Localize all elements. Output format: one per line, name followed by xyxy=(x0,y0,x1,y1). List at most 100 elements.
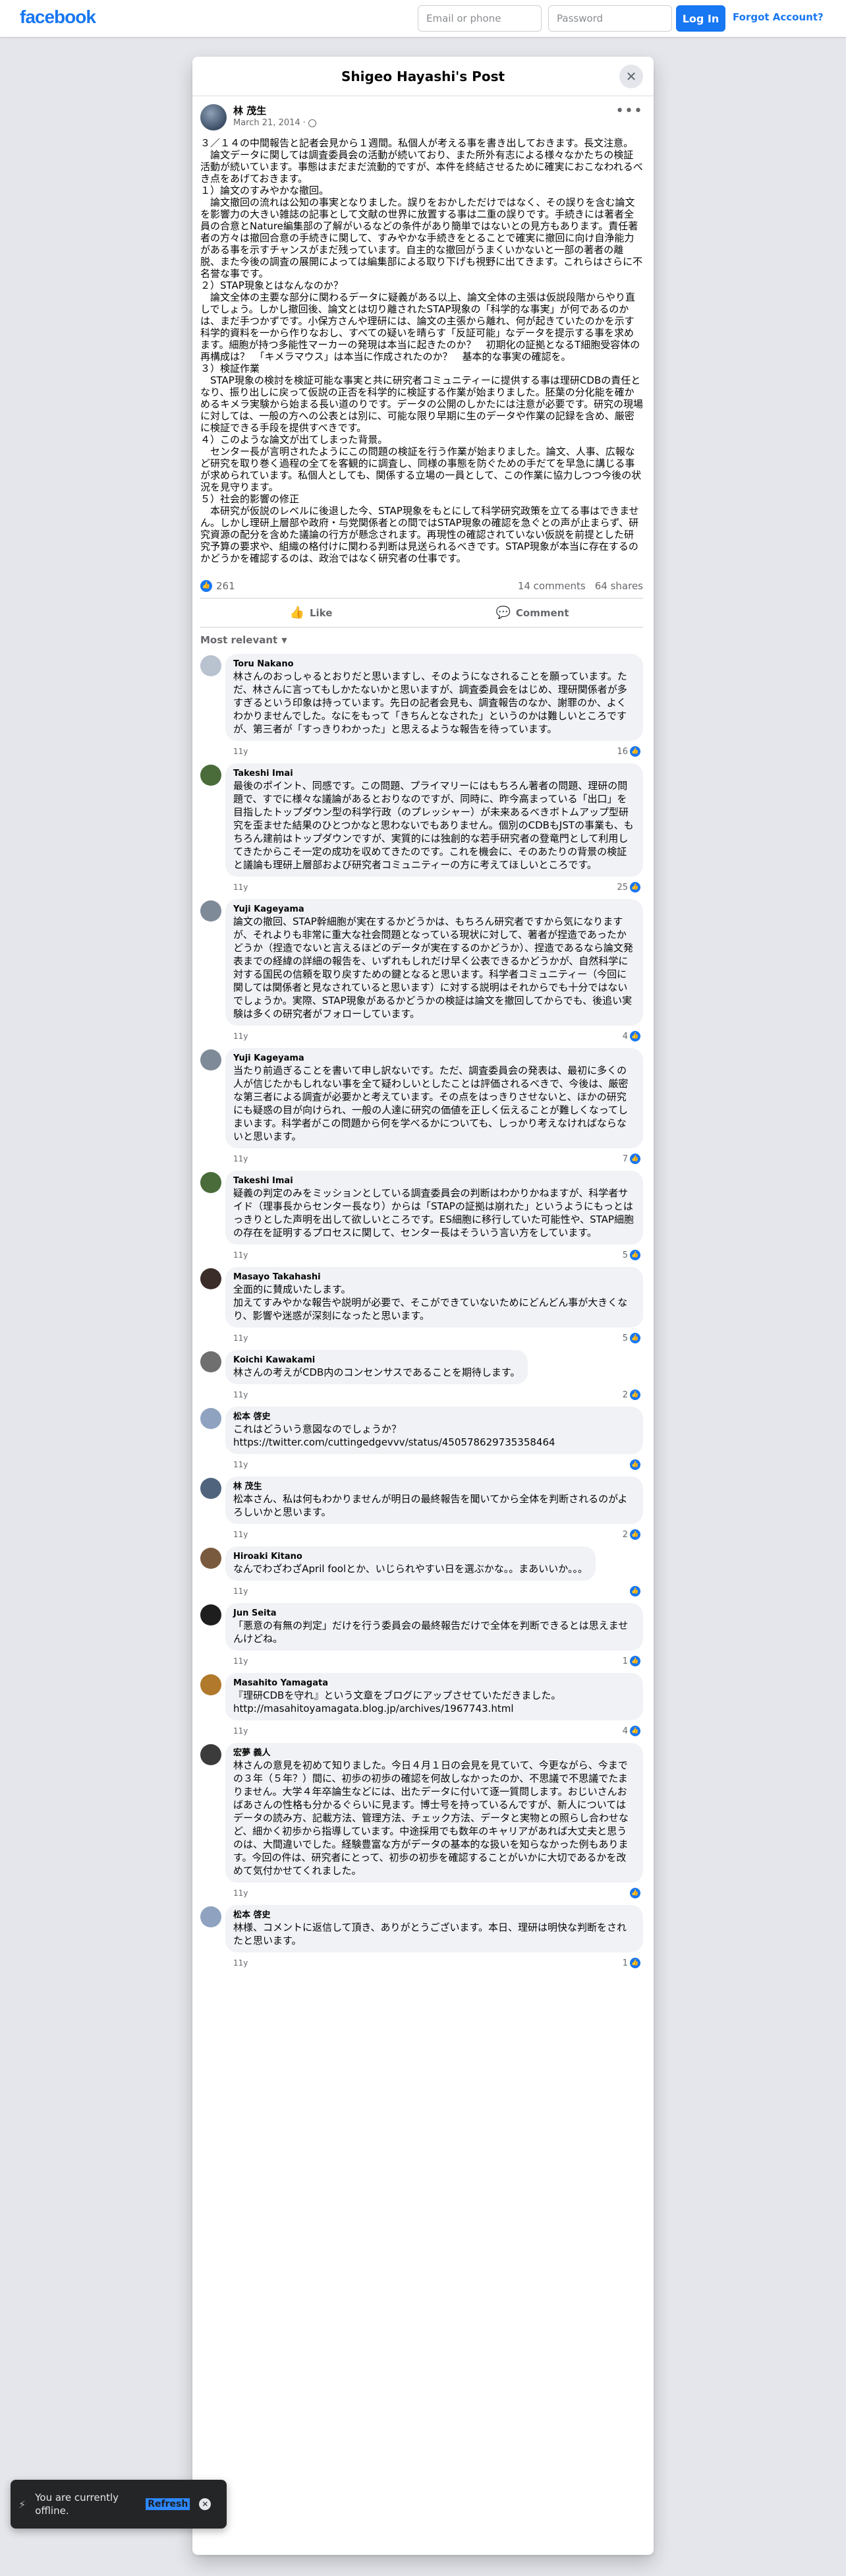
post-paragraph: ３／１４の中間報告と記者会見から１週間。私個人が考える事を書き出しておきます。長… xyxy=(200,137,634,149)
facebook-logo[interactable]: facebook xyxy=(20,7,96,28)
commenter-name[interactable]: Yuji Kageyama xyxy=(233,904,635,915)
comment-timestamp[interactable]: 11y xyxy=(233,1460,248,1469)
comment-footer: 11y 👍 xyxy=(225,1883,643,1900)
commenter-name[interactable]: Masahito Yamagata xyxy=(233,1678,635,1689)
commenter-name[interactable]: Jun Seita xyxy=(233,1608,635,1619)
commenter-avatar[interactable] xyxy=(200,1268,221,1289)
commenter-avatar[interactable] xyxy=(200,1351,221,1372)
comment-text: 疑義の判定のみをミッションとしている調査委員会の判断はわかりかねますが、科学者サ… xyxy=(233,1187,634,1239)
comment-main: 松本 啓史 これはどういう意図なのでしょうか？ https://twitter.c… xyxy=(225,1407,643,1471)
commenter-avatar[interactable] xyxy=(200,1478,221,1499)
like-button[interactable]: 👍 Like xyxy=(200,599,422,627)
post-meta: 林 茂生 March 21, 2014 · xyxy=(233,104,316,129)
comment-reactions[interactable]: 2 👍 xyxy=(623,1390,640,1400)
comment-timestamp[interactable]: 11y xyxy=(233,1530,248,1539)
comment-timestamp[interactable]: 11y xyxy=(233,1958,248,1968)
commenter-name[interactable]: Yuji Kageyama xyxy=(233,1053,635,1064)
shares-count[interactable]: 64 shares xyxy=(595,580,643,592)
comment-timestamp[interactable]: 11y xyxy=(233,1250,248,1260)
comment-timestamp[interactable]: 11y xyxy=(233,747,248,756)
commenter-avatar[interactable] xyxy=(200,900,221,922)
comment-reactions[interactable]: 2 👍 xyxy=(623,1529,640,1540)
post-paragraph: 本研究が仮説のレベルに後退した今、STAP現象をもとにして科学研究政策を立てる事… xyxy=(200,505,639,564)
comment-reactions[interactable]: 4 👍 xyxy=(623,1726,640,1736)
more-options-icon[interactable]: ••• xyxy=(615,104,643,119)
comment-reactions[interactable]: 👍 xyxy=(628,1888,640,1898)
comment-button[interactable]: 💬 Comment xyxy=(422,599,643,627)
post-author[interactable]: 林 茂生 xyxy=(233,104,316,117)
close-button[interactable]: ✕ xyxy=(619,65,643,88)
password-input[interactable] xyxy=(548,5,672,32)
author-avatar[interactable] xyxy=(200,104,227,131)
comment-main: Masahito Yamagata 『理研CDBを守れ』という文章をブログにアップ… xyxy=(225,1673,643,1738)
comment-main: Jun Seita 「悪意の有無の判定」だけを行う委員会の最終報告だけで全体を判断… xyxy=(225,1603,643,1668)
commenter-name[interactable]: 宏夢 義人 xyxy=(233,1748,635,1759)
email-input[interactable] xyxy=(418,5,542,32)
commenter-avatar[interactable] xyxy=(200,1906,221,1927)
commenter-avatar[interactable] xyxy=(200,1172,221,1193)
comment-text: なんでわざわざApril foolとか、いじられやすい日を選ぶかな。。まあいいか… xyxy=(233,1563,588,1575)
commenter-avatar[interactable] xyxy=(200,1744,221,1765)
commenter-name[interactable]: 松本 啓史 xyxy=(233,1910,635,1921)
comment: 林 茂生 松本さん、私は何もわかりませんが明日の最終報告を聞いてから全体を判断され… xyxy=(200,1477,643,1541)
comment-reactions[interactable]: 👍 xyxy=(628,1459,640,1470)
comment-timestamp[interactable]: 11y xyxy=(233,1333,248,1343)
post-paragraph: ３）検証作業 xyxy=(200,363,260,374)
comment: Yuji Kageyama 当たり前過ぎることを書いて申し訳ないです。ただ、調査委… xyxy=(200,1048,643,1165)
comments-list: Toru Nakano 林さんのおっしゃるとおりだと思いますし、そのようになされる… xyxy=(192,654,654,1970)
refresh-link[interactable]: Refresh xyxy=(146,2498,190,2510)
comment-reactions[interactable]: 5 👍 xyxy=(623,1333,640,1343)
comment-timestamp[interactable]: 11y xyxy=(233,1587,248,1596)
commenter-name[interactable]: Takeshi Imai xyxy=(233,1176,635,1186)
commenter-avatar[interactable] xyxy=(200,1049,221,1070)
comment-timestamp[interactable]: 11y xyxy=(233,1888,248,1898)
commenter-avatar[interactable] xyxy=(200,1604,221,1625)
post-date[interactable]: March 21, 2014 xyxy=(233,117,300,129)
commenter-avatar[interactable] xyxy=(200,765,221,786)
comment-timestamp[interactable]: 11y xyxy=(233,1390,248,1399)
comment-reactions[interactable]: 16 👍 xyxy=(617,746,640,757)
like-count[interactable]: 👍 261 xyxy=(200,579,235,592)
comment-timestamp[interactable]: 11y xyxy=(233,883,248,892)
commenter-name[interactable]: Takeshi Imai xyxy=(233,769,635,779)
commenter-name[interactable]: Hiroaki Kitano xyxy=(233,1552,588,1562)
offline-toast: ⚡ You are currently offline. Refresh ✕ xyxy=(11,2480,227,2529)
comment-reactions[interactable]: 7 👍 xyxy=(623,1154,640,1164)
commenter-name[interactable]: Koichi Kawakami xyxy=(233,1355,520,1366)
comment-reaction-count: 4 xyxy=(622,1726,628,1736)
like-reaction-icon: 👍 xyxy=(630,1250,640,1260)
comment-text: 最後のポイント、同感です。この問題、プライマリーにはもちろん著者の問題、理研の問… xyxy=(233,780,634,871)
comment-main: 宏夢 義人 林さんの意見を初めて知りました。今日４月１日の会見を見ていて、今更なが… xyxy=(225,1743,643,1900)
comment-timestamp[interactable]: 11y xyxy=(233,1726,248,1736)
comment-timestamp[interactable]: 11y xyxy=(233,1032,248,1041)
comment-main: Takeshi Imai 疑義の判定のみをミッションとしている調査委員会の判断はわ… xyxy=(225,1171,643,1262)
commenter-avatar[interactable] xyxy=(200,1408,221,1429)
comment-timestamp[interactable]: 11y xyxy=(233,1656,248,1666)
comment: Hiroaki Kitano なんでわざわざApril foolとか、いじられやす… xyxy=(200,1546,643,1598)
comment-sort-dropdown[interactable]: Most relevant ▼ xyxy=(192,628,654,654)
login-button[interactable]: Log In xyxy=(676,5,725,32)
commenter-name[interactable]: 林 茂生 xyxy=(233,1482,635,1492)
comment-reactions[interactable]: 4 👍 xyxy=(623,1031,640,1041)
comment-reactions[interactable]: 5 👍 xyxy=(623,1250,640,1260)
forgot-account-link[interactable]: Forgot Account? xyxy=(733,11,824,23)
comment-bubble: Masayo Takahashi 全面的に賛成いたします。 加えてすみやかな報告や… xyxy=(225,1267,643,1328)
comment-bubble: Masahito Yamagata 『理研CDBを守れ』という文章をブログにアップ… xyxy=(225,1673,643,1720)
comment-reactions[interactable]: 👍 xyxy=(628,1586,640,1596)
comment-reactions[interactable]: 1 👍 xyxy=(623,1656,640,1666)
comment-main: Masayo Takahashi 全面的に賛成いたします。 加えてすみやかな報告や… xyxy=(225,1267,643,1345)
commenter-avatar[interactable] xyxy=(200,655,221,676)
commenter-name[interactable]: Masayo Takahashi xyxy=(233,1272,635,1283)
comments-count[interactable]: 14 comments xyxy=(518,580,586,592)
comment-reactions[interactable]: 1 👍 xyxy=(623,1958,640,1968)
thumbs-up-icon: 👍 xyxy=(289,606,304,620)
commenter-name[interactable]: 松本 啓史 xyxy=(233,1412,635,1422)
comment-reactions[interactable]: 25 👍 xyxy=(617,882,640,893)
commenter-avatar[interactable] xyxy=(200,1548,221,1569)
post-modal: Shigeo Hayashi's Post ✕ 林 茂生 March 21, 2… xyxy=(192,57,654,2555)
close-icon[interactable]: ✕ xyxy=(199,2498,212,2510)
comment-timestamp[interactable]: 11y xyxy=(233,1154,248,1163)
like-reaction-icon: 👍 xyxy=(630,746,640,757)
commenter-avatar[interactable] xyxy=(200,1674,221,1695)
commenter-name[interactable]: Toru Nakano xyxy=(233,659,635,670)
